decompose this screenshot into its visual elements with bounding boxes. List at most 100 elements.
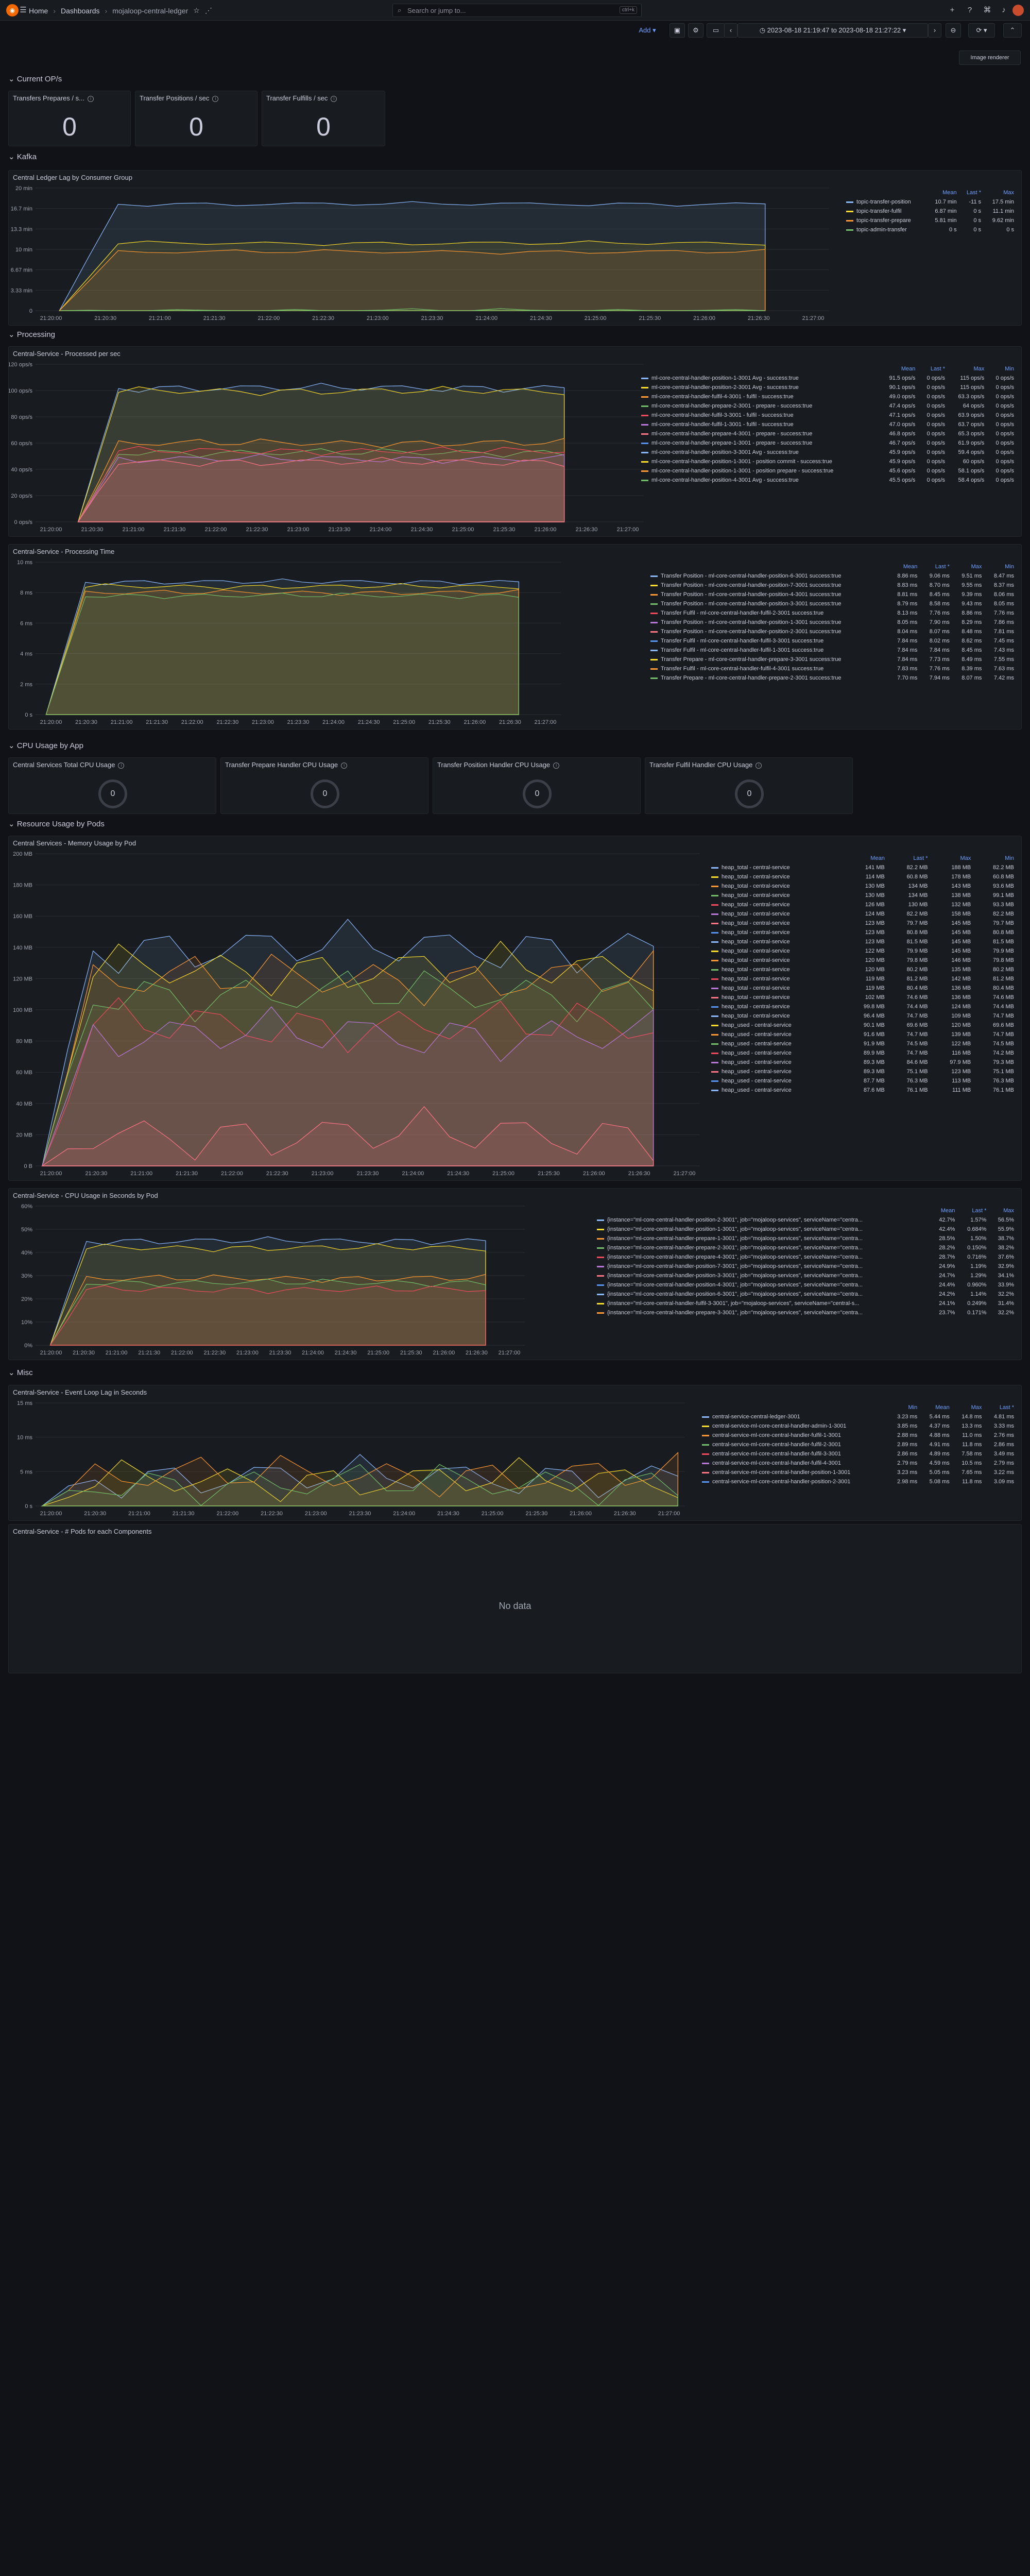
legend-row[interactable]: heap_total - central-service 120 MB 80.2 M… [708,965,1017,974]
legend-column-header[interactable]: Max [984,188,1017,197]
legend-row[interactable]: heap_total - central-service 130 MB 134 MB… [708,891,1017,900]
legend-column-header[interactable]: Mean [927,188,960,197]
legend-row[interactable]: heap_total - central-service 124 MB 82.2 M… [708,909,1017,919]
legend-row[interactable]: topic-transfer-fulfil 6.87 min 0 s 11.1 min [843,207,1017,216]
legend-row[interactable]: heap_total - central-service 119 MB 80.4 M… [708,984,1017,993]
timeseries-chart[interactable]: 0 ops/s 20 ops/s 40 ops/s 60 ops/s 80 ops/s 1… [9,347,648,531]
avatar[interactable] [1012,5,1024,16]
legend-row[interactable]: Transfer Position - ml-core-central-hand… [647,581,1017,590]
section-kafka[interactable]: ⌄ Kafka [8,152,37,161]
legend-row[interactable]: {instance="ml-core-central-handler-posit… [594,1215,1017,1225]
legend-row[interactable]: heap_total - central-service 123 MB 79.7 M… [708,919,1017,928]
search-input[interactable]: ⌕ Search or jump to... ctrl+k [392,4,642,17]
legend-row[interactable]: Transfer Fulfil - ml-core-central-handle… [647,646,1017,655]
legend-row[interactable]: heap_total - central-service 141 MB 82.2 M… [708,863,1017,872]
legend-row[interactable]: heap_used - central-service 87.7 MB 76.3 M… [708,1076,1017,1086]
add-button[interactable]: Add ▾ [629,23,665,38]
legend-row[interactable]: heap_total - central-service 119 MB 81.2 M… [708,974,1017,984]
legend-row[interactable]: ml-core-central-handler-fulfil-1-3001 - … [638,420,1017,429]
legend-row[interactable]: heap_total - central-service 123 MB 80.8 M… [708,928,1017,937]
legend-row[interactable]: heap_total - central-service 96.4 MB 74.7 … [708,1011,1017,1021]
pods-per-component-panel[interactable]: Central-Service - # Pods for each Compon… [8,1524,1022,1673]
legend-column-header[interactable]: Last * [920,562,953,571]
legend-row[interactable]: central-service-ml-core-central-handler-… [699,1421,1017,1431]
legend-column-header[interactable]: Last * [888,854,931,863]
legend-row[interactable]: Transfer Position - ml-core-central-hand… [647,599,1017,608]
legend-row[interactable]: heap_used - central-service 89.3 MB 84.6 M… [708,1058,1017,1067]
legend-row[interactable]: ml-core-central-handler-position-4-3001 … [638,476,1017,485]
menu-icon[interactable]: ☰ [18,5,29,16]
legend-row[interactable]: heap_total - central-service 102 MB 74.6 M… [708,993,1017,1002]
info-icon[interactable]: i [553,762,560,769]
legend-row[interactable]: Transfer Fulfil - ml-core-central-handle… [647,608,1017,618]
tv-mode-icon[interactable]: ▭ [707,23,725,38]
legend-row[interactable]: heap_used - central-service 89.9 MB 74.7 M… [708,1048,1017,1058]
legend-row[interactable]: heap_used - central-service 87.6 MB 76.1 M… [708,1086,1017,1095]
legend-column-header[interactable]: Mean [879,364,918,374]
legend-column-header[interactable]: Last * [985,1403,1017,1412]
legend-row[interactable]: central-service-ml-core-central-handler-… [699,1440,1017,1449]
legend-column-header[interactable]: Mean [920,1403,953,1412]
gauge-panel[interactable]: Transfer Fulfil Handler CPU Usage i 0 [645,757,853,814]
info-icon[interactable]: i [87,95,94,102]
legend-row[interactable]: heap_total - central-service 120 MB 79.8 M… [708,956,1017,965]
legend-row[interactable]: central-service-ml-core-central-handler-… [699,1477,1017,1486]
legend-column-header[interactable]: Min [985,562,1017,571]
legend-row[interactable]: heap_used - central-service 91.9 MB 74.5 M… [708,1039,1017,1048]
section-misc[interactable]: ⌄ Misc [8,1368,33,1377]
breadcrumb-home[interactable]: Home [29,7,48,15]
news-icon[interactable]: ⌘ [982,5,993,16]
legend-row[interactable]: heap_total - central-service 122 MB 79.9 M… [708,946,1017,956]
legend-row[interactable]: {instance="ml-core-central-handler-prepa… [594,1243,1017,1252]
timeseries-chart[interactable]: 0% 10% 20% 30% 40% 50% 60% 21:20:00 21:20:30 21:2… [9,1189,530,1354]
legend-row[interactable]: {instance="ml-core-central-handler-posit… [594,1262,1017,1271]
section-cpu-usage[interactable]: ⌄ CPU Usage by App [8,741,83,750]
legend-row[interactable]: ml-core-central-handler-position-1-3001 … [638,457,1017,466]
legend-row[interactable]: topic-admin-transfer 0 s 0 s 0 s [843,225,1017,234]
legend-row[interactable]: ml-core-central-handler-position-2-3001 … [638,383,1017,392]
legend-row[interactable]: ml-core-central-handler-fulfil-3-3001 - … [638,411,1017,420]
legend-row[interactable]: ml-core-central-handler-prepare-2-3001 -… [638,401,1017,411]
legend-row[interactable]: central-service-ml-core-central-handler-… [699,1468,1017,1477]
legend-row[interactable]: ml-core-central-handler-position-1-3001 … [638,374,1017,383]
image-renderer-button[interactable]: Image renderer [959,50,1021,65]
legend-row[interactable]: heap_total - central-service 126 MB 130 MB… [708,900,1017,909]
legend-row[interactable]: topic-transfer-prepare 5.81 min 0 s 9.62 mi… [843,216,1017,225]
legend-column-header[interactable]: Max [989,1206,1017,1215]
gauge-panel[interactable]: Transfer Prepare Handler CPU Usage i 0 [220,757,428,814]
legend-row[interactable]: heap_total - central-service 123 MB 81.5 M… [708,937,1017,946]
event-loop-panel[interactable]: Central-Service - Event Loop Lag in Seco… [8,1385,1022,1521]
legend-column-header[interactable]: Last * [918,364,948,374]
legend-row[interactable]: heap_total - central-service 99.8 MB 74.4 … [708,1002,1017,1011]
timeseries-chart[interactable]: 0 3.33 min 6.67 min 10 min 13.3 min 16.7 min 2… [9,171,834,320]
legend-row[interactable]: heap_total - central-service 130 MB 134 MB… [708,882,1017,891]
legend-row[interactable]: Transfer Position - ml-core-central-hand… [647,571,1017,581]
info-icon[interactable]: i [118,762,125,769]
cpu-usage-panel[interactable]: Central-Service - CPU Usage in Seconds b… [8,1188,1022,1360]
info-icon[interactable]: i [331,95,337,102]
legend-row[interactable]: {instance="ml-core-central-handler-posit… [594,1290,1017,1299]
legend-row[interactable]: {instance="ml-core-central-handler-fulfi… [594,1299,1017,1308]
section-current-ops[interactable]: ⌄ Current OP/s [8,74,62,83]
timeseries-chart[interactable]: 0 s 2 ms 4 ms 6 ms 8 ms 10 ms 21:20:00 21:20:30… [9,545,566,724]
gauge-panel[interactable]: Transfer Position Handler CPU Usage i 0 [433,757,641,814]
legend-row[interactable]: Transfer Fulfil - ml-core-central-handle… [647,636,1017,646]
legend-row[interactable]: central-service-central-ledger-3001 3.23 … [699,1412,1017,1421]
stat-panel[interactable]: Transfers Prepares / s... i 0 [8,91,131,146]
legend-row[interactable]: heap_total - central-service 114 MB 60.8 M… [708,872,1017,882]
legend-row[interactable]: heap_used - central-service 91.6 MB 74.7 M… [708,1030,1017,1039]
zoom-out-icon[interactable]: ⊖ [946,23,961,38]
legend-row[interactable]: central-service-ml-core-central-handler-… [699,1449,1017,1459]
collapse-icon[interactable]: ⌃ [1003,23,1022,38]
legend-row[interactable]: {instance="ml-core-central-handler-prepa… [594,1308,1017,1317]
save-icon[interactable]: ▣ [670,23,685,38]
gauge-panel[interactable]: Central Services Total CPU Usage i 0 [8,757,216,814]
help-icon[interactable]: ? [964,5,975,16]
memory-usage-panel[interactable]: Central Services - Memory Usage by Pod 0 … [8,836,1022,1181]
legend-row[interactable]: {instance="ml-core-central-handler-posit… [594,1271,1017,1280]
info-icon[interactable]: i [756,762,762,769]
legend-row[interactable]: central-service-ml-core-central-handler-… [699,1431,1017,1440]
legend-row[interactable]: Transfer Position - ml-core-central-hand… [647,627,1017,636]
legend-row[interactable]: ml-core-central-handler-fulfil-4-3001 - … [638,392,1017,401]
legend-row[interactable]: Transfer Prepare - ml-core-central-handl… [647,673,1017,683]
